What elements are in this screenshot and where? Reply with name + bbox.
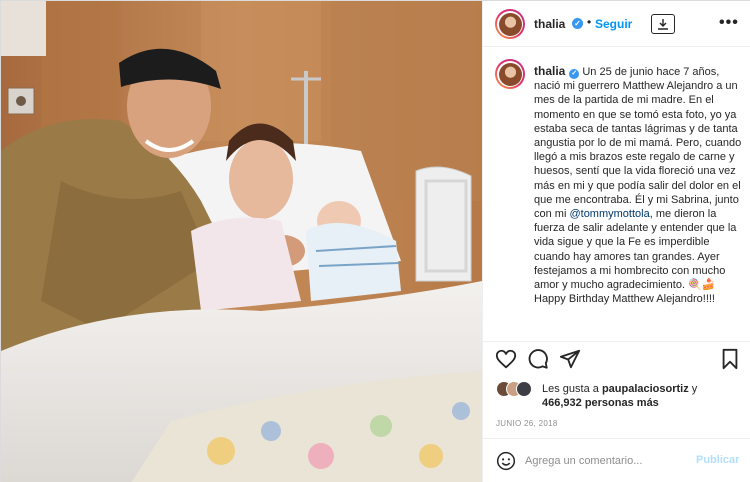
likes-count[interactable]: 466,932 personas más bbox=[542, 397, 659, 409]
action-bar bbox=[483, 341, 750, 375]
post-side-panel: thalia ✓ • Seguir ••• thalia ✓ Un 25 de ju… bbox=[482, 1, 750, 482]
header-separator: • bbox=[587, 15, 592, 29]
likes-text: Les gusta a paupalaciosortiz y bbox=[542, 383, 697, 395]
comment-icon[interactable] bbox=[527, 348, 549, 370]
caption-verified-badge-icon: ✓ bbox=[569, 69, 580, 79]
caption-author-avatar[interactable] bbox=[495, 59, 525, 89]
liker-avatars[interactable] bbox=[496, 381, 540, 397]
post-header: thalia ✓ • Seguir ••• bbox=[483, 1, 750, 47]
download-icon[interactable] bbox=[651, 14, 675, 34]
post-date[interactable]: JUNIO 26, 2018 bbox=[496, 419, 558, 428]
verified-badge-icon: ✓ bbox=[572, 18, 583, 29]
follow-button[interactable]: Seguir bbox=[595, 17, 632, 31]
caption-text: thalia ✓ Un 25 de junio hace 7 años, nació… bbox=[534, 64, 748, 306]
paper-plane-icon[interactable] bbox=[559, 348, 581, 370]
comment-bar: Publicar bbox=[483, 438, 750, 482]
likes-prefix: Les gusta a bbox=[542, 383, 602, 395]
emoji-icon[interactable] bbox=[496, 451, 516, 471]
caption-body-part2: , me dieron la fuerza de salir adelante … bbox=[534, 208, 737, 306]
likes-summary: Les gusta a paupalaciosortiz y 466,932 p… bbox=[483, 377, 750, 417]
likes-suffix: y bbox=[688, 383, 698, 395]
author-username[interactable]: thalia bbox=[534, 17, 565, 31]
caption-body-part1: Un 25 de junio hace 7 años, nació mi gue… bbox=[534, 66, 742, 221]
more-options-button[interactable]: ••• bbox=[719, 14, 739, 32]
caption-mention-link[interactable]: @tommymottola bbox=[569, 208, 649, 220]
instagram-post: thalia ✓ • Seguir ••• thalia ✓ Un 25 de ju… bbox=[0, 0, 750, 482]
hospital-photo-illustration bbox=[1, 1, 482, 482]
author-avatar[interactable] bbox=[495, 9, 525, 39]
post-photo[interactable] bbox=[1, 1, 482, 482]
post-caption: thalia ✓ Un 25 de junio hace 7 años, nació… bbox=[483, 47, 750, 337]
heart-icon[interactable] bbox=[495, 348, 517, 370]
publish-button[interactable]: Publicar bbox=[696, 454, 739, 466]
liker-username[interactable]: paupalaciosortiz bbox=[602, 383, 689, 395]
caption-username[interactable]: thalia bbox=[534, 64, 565, 78]
bookmark-icon[interactable] bbox=[719, 348, 741, 370]
comment-input[interactable] bbox=[525, 452, 685, 470]
liker-avatar bbox=[516, 381, 532, 397]
